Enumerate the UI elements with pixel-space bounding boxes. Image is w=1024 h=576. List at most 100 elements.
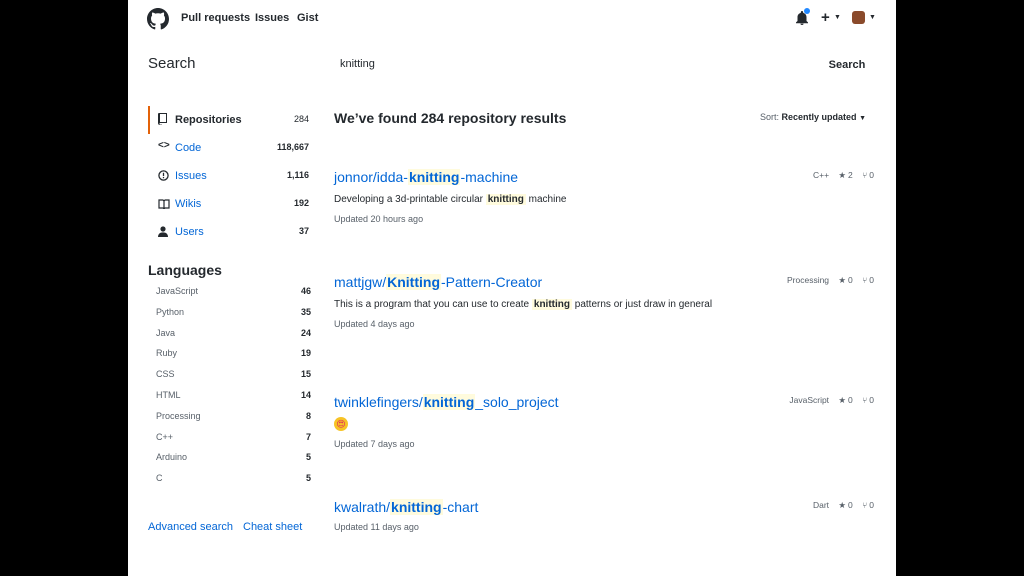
repo-result: kwalrath/knitting-chart Updated 11 days … [334,498,874,534]
repo-description: 😍 [334,417,724,433]
description-text: Developing a 3d-printable circular [334,194,486,205]
repo-updated: Updated 4 days ago [334,319,415,329]
menu-item-wikis[interactable]: Wikis 192 [148,190,316,218]
repo-meta: Dart ★ 0 ⑂ 0 [806,500,874,511]
repo-description: This is a program that you can use to cr… [334,297,724,313]
language-count: 5 [305,473,311,484]
menu-item-label: Wikis [175,198,202,210]
menu-item-count: 1,116 [286,170,309,180]
language-count: 35 [300,306,311,317]
language-name: Java [156,327,176,338]
repo-title-prefix: kwalrath/ [334,499,391,515]
advanced-search-link[interactable]: Advanced search [148,521,233,533]
repo-title-link[interactable]: jonnor/idda-knitting-machine [334,168,874,186]
repo-language: Processing [786,275,830,285]
person-icon [158,226,168,237]
menu-item-label: Code [175,142,202,154]
language-item-html[interactable]: HTML 14 [148,386,314,407]
language-count: 24 [300,327,311,338]
repo-title-suffix: -machine [460,169,519,185]
repo-stars: 0 [848,395,853,405]
language-name: Arduino [156,452,188,463]
menu-item-users[interactable]: Users 37 [148,218,316,246]
nav-issues[interactable]: Issues [255,12,289,24]
language-item-processing[interactable]: Processing 8 [148,407,314,428]
repo-result: jonnor/idda-knitting-machine Developing … [334,168,874,226]
menu-item-code[interactable]: <> Code 118,667 [148,134,316,162]
menu-item-label: Issues [175,170,207,182]
fork-icon[interactable]: ⑂ [862,500,867,510]
language-name: Ruby [156,348,178,359]
search-highlight: knitting [485,194,526,205]
fork-icon[interactable]: ⑂ [862,395,867,405]
chevron-down-icon[interactable]: ▼ [834,14,841,21]
repo-title-link[interactable]: kwalrath/knitting-chart [334,498,874,516]
fork-icon[interactable]: ⑂ [862,275,867,285]
star-icon[interactable]: ★ [838,500,846,510]
menu-item-count: 118,667 [276,142,309,152]
repo-updated: Updated 20 hours ago [334,214,424,224]
issue-icon [158,170,169,181]
github-search-page: Pull requests Issues Gist + ▼ ▼ Search S… [128,0,896,576]
plus-icon[interactable]: + [821,9,830,26]
sort-label: Sort: [760,112,780,122]
language-item-c[interactable]: C5 [148,469,314,490]
language-count: 46 [300,286,311,296]
repo-icon [158,113,167,125]
nav-gist[interactable]: Gist [297,12,318,24]
language-item-arduino[interactable]: Arduino 5 [148,448,314,469]
cheat-sheet-link[interactable]: Cheat sheet [243,521,302,533]
language-item-java[interactable]: Java 24 [148,324,314,345]
repo-title-suffix: _solo_project [475,394,559,410]
repo-language: C++ [812,170,830,180]
nav-pull-requests[interactable]: Pull requests [181,12,250,24]
menu-item-repositories[interactable]: Repositories 284 [148,106,316,134]
search-input[interactable] [332,52,826,76]
star-icon[interactable]: ★ [838,275,846,285]
language-name: C++ [156,431,174,442]
language-item-css[interactable]: CSS 15 [148,365,314,386]
repo-stars: 2 [848,170,853,180]
repo-forks: 0 [869,500,874,510]
language-name: HTML [156,389,181,400]
language-item-ruby[interactable]: Ruby 19 [148,344,314,365]
search-highlight: knitting [407,169,461,185]
sort-dropdown[interactable]: Sort: Recently updated ▼ [754,109,872,127]
code-icon: <> [158,140,170,151]
language-name: JavaScript [156,286,199,296]
language-count: 5 [305,452,311,463]
repo-meta: C++ ★ 2 ⑂ 0 [806,170,874,181]
avatar[interactable] [852,11,865,24]
repo-stars: 0 [848,275,853,285]
repo-forks: 0 [869,275,874,285]
results-heading: We’ve found 284 repository results [334,110,567,126]
description-text: machine [525,194,567,205]
repo-updated: Updated 7 days ago [334,439,415,449]
language-item-python[interactable]: Python 35 [148,303,314,324]
star-icon[interactable]: ★ [838,395,846,405]
language-item-javascript[interactable]: JavaScript 46 [148,282,314,303]
language-name: Processing [156,410,201,421]
fork-icon[interactable]: ⑂ [862,170,867,180]
github-logo-icon[interactable] [147,8,169,30]
search-highlight: Knitting [386,274,441,290]
repo-description: Developing a 3d-printable circular knitt… [334,192,724,208]
repo-title-prefix: jonnor/idda- [334,169,408,185]
repo-meta: JavaScript ★ 0 ⑂ 0 [782,395,874,406]
menu-item-issues[interactable]: Issues 1,116 [148,162,316,190]
search-highlight: knitting [422,394,476,410]
search-button[interactable]: Search [820,55,874,75]
language-count: 14 [300,389,311,400]
repo-result: twinklefingers/knitting_solo_project 😍 U… [334,393,874,451]
menu-item-label: Users [175,226,204,238]
repo-forks: 0 [869,395,874,405]
repo-title-suffix: -Pattern-Creator [441,274,543,290]
menu-item-label: Repositories [175,114,242,126]
search-type-menu: Repositories 284 <> Code 118,667 Issues … [148,106,316,246]
language-count: 15 [300,369,311,380]
star-icon[interactable]: ★ [838,170,846,180]
language-name: C [156,473,163,484]
language-item-cpp[interactable]: C++ 7 [148,428,314,449]
chevron-down-icon[interactable]: ▼ [869,14,876,21]
repo-updated: Updated 11 days ago [334,522,419,532]
